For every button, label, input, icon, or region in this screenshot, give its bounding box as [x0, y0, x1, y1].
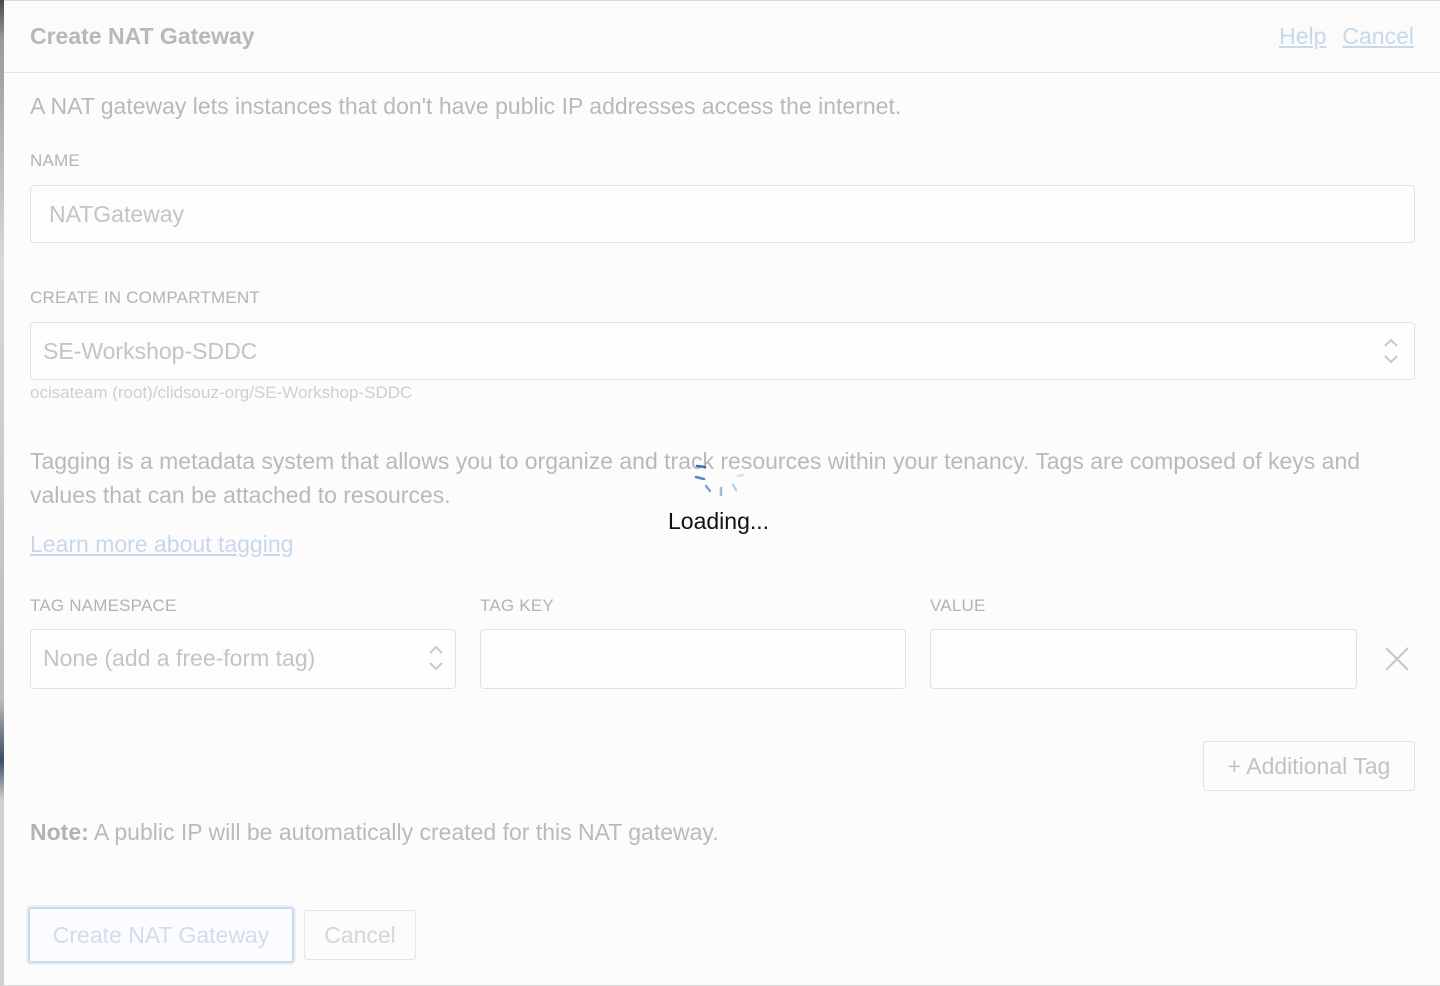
compartment-label: CREATE IN COMPARTMENT [30, 288, 260, 307]
header-links: Help Cancel [1279, 23, 1414, 50]
name-input[interactable]: NATGateway [30, 185, 1415, 243]
tag-namespace-selected-value: None (add a free-form tag) [43, 645, 316, 671]
tag-key-label: TAG KEY [480, 596, 554, 615]
spinner-icon [694, 464, 744, 497]
tag-value-input[interactable] [930, 629, 1357, 689]
select-arrows-icon [1384, 338, 1398, 364]
tag-namespace-label: TAG NAMESPACE [30, 596, 177, 615]
note-label: Note: [30, 819, 89, 845]
name-label: NAME [30, 151, 80, 170]
note-text: A public IP will be automatically create… [88, 819, 719, 845]
tag-key-input[interactable] [480, 629, 906, 689]
learn-more-tagging-link[interactable]: Learn more about tagging [30, 531, 293, 558]
panel-header: Create NAT Gateway Help Cancel [4, 1, 1440, 73]
help-link[interactable]: Help [1279, 23, 1326, 50]
intro-text: A NAT gateway lets instances that don't … [30, 93, 902, 119]
cancel-button[interactable]: Cancel [304, 910, 416, 960]
additional-tag-button[interactable]: + Additional Tag [1203, 741, 1415, 791]
tag-namespace-select[interactable]: None (add a free-form tag) [30, 629, 456, 689]
create-nat-gateway-button[interactable]: Create NAT Gateway [28, 907, 294, 963]
compartment-selected-value: SE-Workshop-SDDC [43, 338, 258, 364]
select-arrows-icon [429, 645, 443, 671]
loading-text: Loading... [668, 508, 770, 534]
tag-value-label: VALUE [930, 596, 986, 615]
header-cancel-link[interactable]: Cancel [1342, 23, 1414, 50]
close-icon[interactable] [1384, 646, 1410, 672]
compartment-select[interactable]: SE-Workshop-SDDC [30, 322, 1415, 380]
public-ip-note: Note: A public IP will be automatically … [30, 819, 719, 846]
compartment-path: ocisateam (root)/clidsouz-org/SE-Worksho… [30, 383, 413, 402]
page-title: Create NAT Gateway [30, 23, 255, 49]
